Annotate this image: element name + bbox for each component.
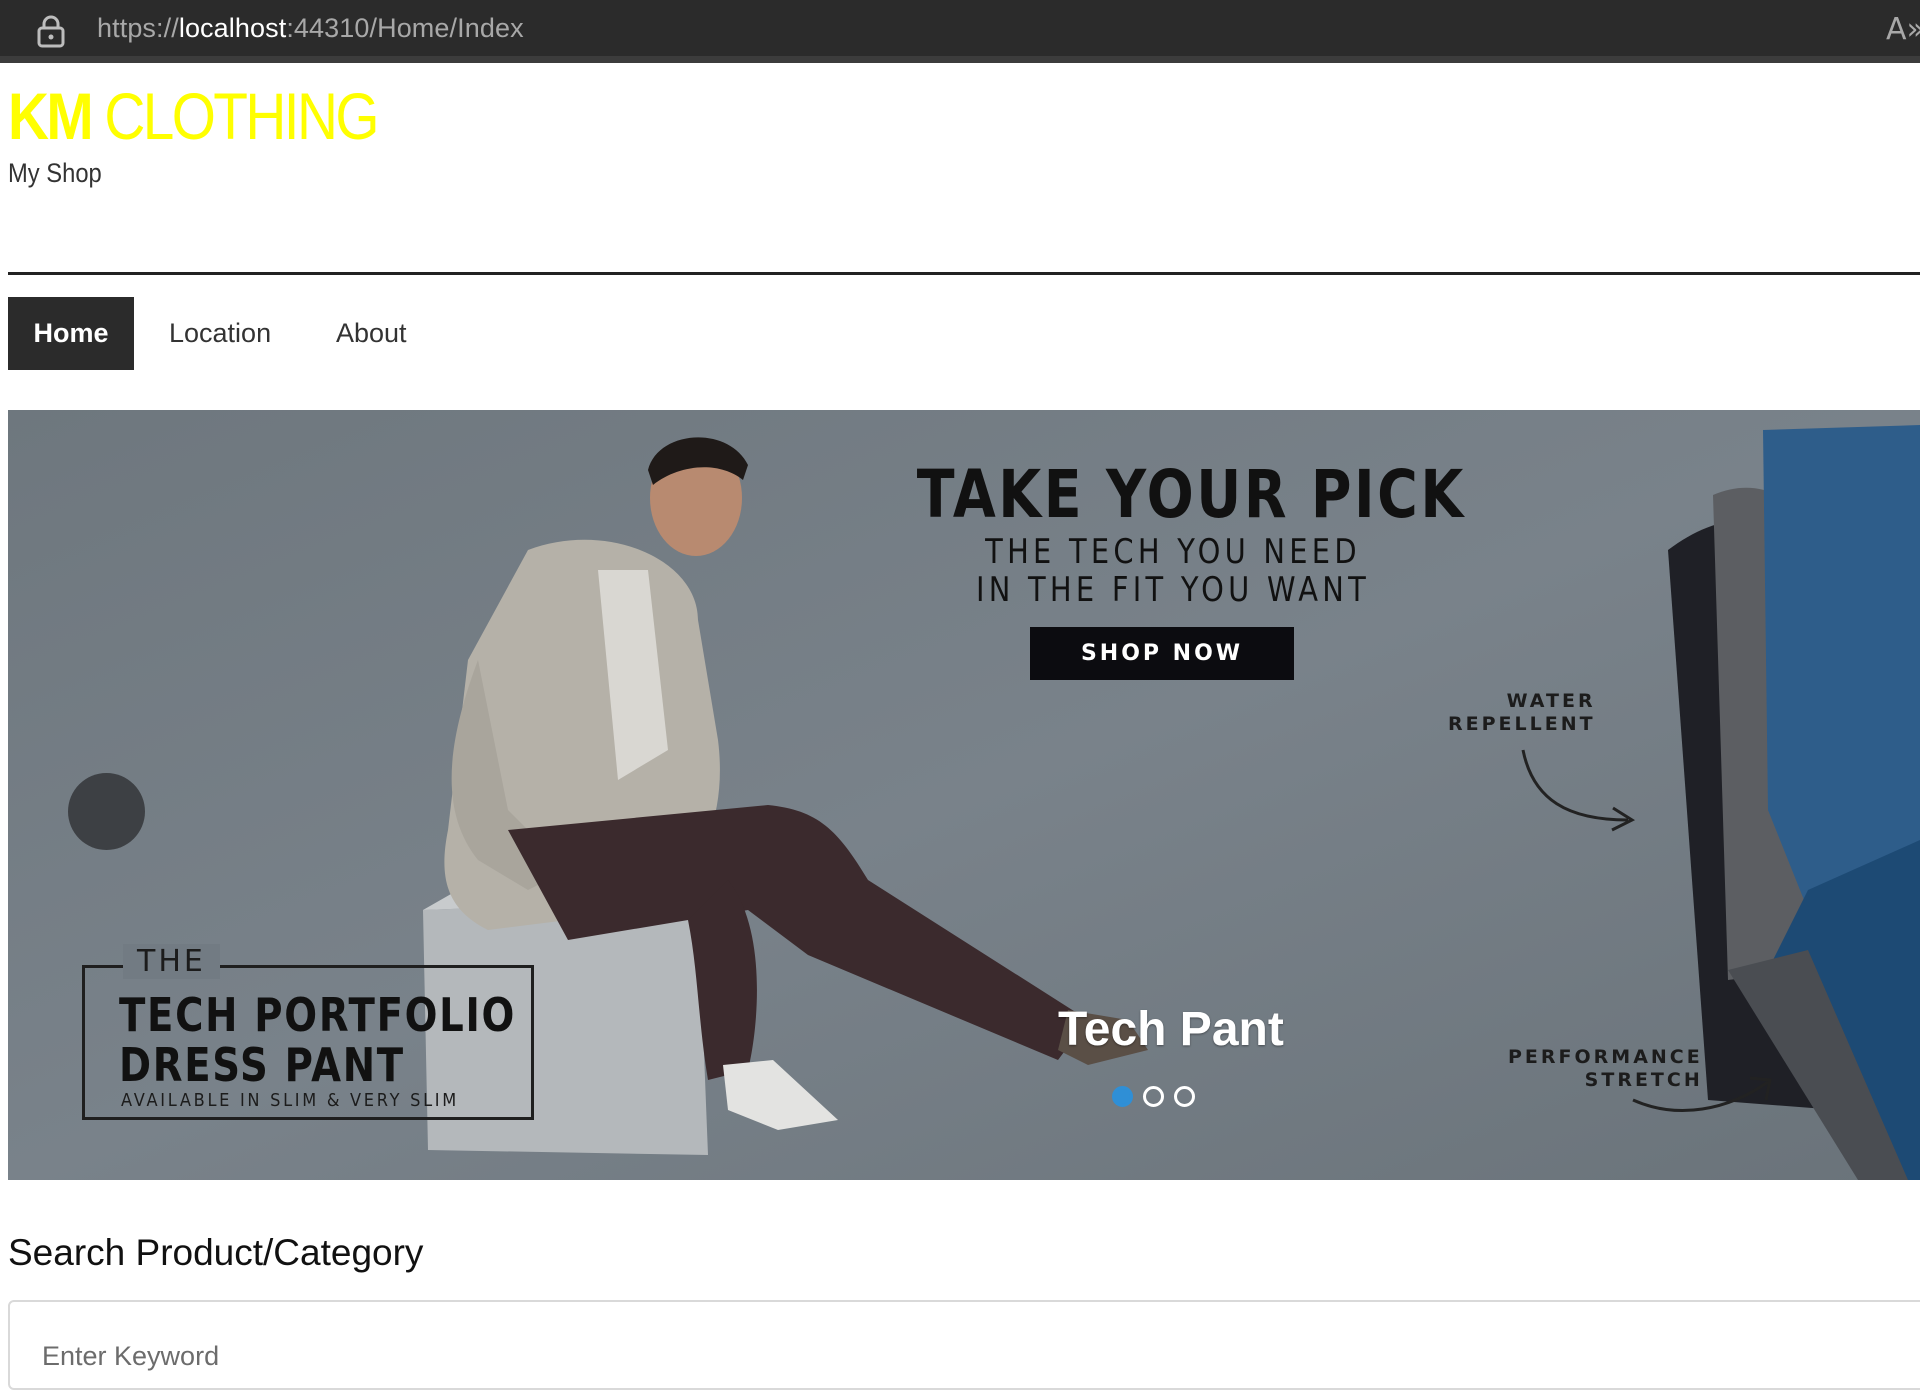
badge-the: THE [123,944,220,979]
feature-2-line-2: STRETCH [1584,1069,1703,1091]
hero-carousel[interactable]: TAKE YOUR PICK THE TECH YOU NEED IN THE … [8,410,1920,1180]
badge-title: TECH PORTFOLIO DRESS PANT [119,990,516,1090]
url-bar[interactable]: https://localhost:44310/Home/Index [97,13,524,44]
carousel-dot-3[interactable] [1174,1086,1195,1107]
browser-address-bar: https://localhost:44310/Home/Index A» [0,0,1920,63]
headline-sub-2: IN THE FIT YOU WANT [975,570,1371,610]
feature-water-repellent: WATER REPELLENT [1448,690,1596,736]
brand-logo[interactable]: KM CLOTHING [8,76,380,156]
tagline: My Shop [8,158,102,188]
badge-line-1: TECH PORTFOLIO [119,988,517,1042]
hero-headline: TAKE YOUR PICK THE TECH YOU NEED IN THE … [908,456,1466,609]
url-scheme: https:// [97,13,179,43]
badge-line-2: DRESS PANT [119,1038,405,1092]
tech-portfolio-badge: THE TECH PORTFOLIO DRESS PANT AVAILABLE … [82,944,534,1120]
nav-home[interactable]: Home [8,297,134,370]
brand-strong: KM [8,79,94,153]
search-input[interactable] [8,1300,1920,1390]
feature-1-line-2: REPELLENT [1448,713,1596,735]
carousel-indicators [1112,1086,1195,1107]
brand-light: CLOTHING [104,79,379,153]
feature-1-line-1: WATER [1506,690,1596,712]
nav-about[interactable]: About [306,297,435,370]
feature-2-line-1: PERFORMANCE [1508,1046,1703,1068]
nav-location[interactable]: Location [134,297,306,370]
search-title: Search Product/Category [8,1232,424,1273]
headline-sub-1: THE TECH YOU NEED [985,532,1361,572]
slide-caption: Tech Pant [1058,1003,1284,1056]
lock-icon [37,15,65,48]
feature-performance-stretch: PERFORMANCE STRETCH [1508,1046,1703,1092]
read-aloud-icon[interactable]: A» [1886,12,1920,47]
carousel-prev-button[interactable] [68,773,145,850]
url-host: localhost [178,13,287,43]
shop-now-button[interactable]: SHOP NOW [1030,627,1294,680]
badge-availability: AVAILABLE IN SLIM & VERY SLIM [121,1090,459,1111]
url-path: :44310/Home/Index [286,13,524,43]
headline-title: TAKE YOUR PICK [916,456,1466,533]
carousel-dot-1[interactable] [1112,1086,1133,1107]
header-divider [8,272,1920,275]
main-nav: Home Location About [8,297,435,370]
carousel-dot-2[interactable] [1143,1086,1164,1107]
